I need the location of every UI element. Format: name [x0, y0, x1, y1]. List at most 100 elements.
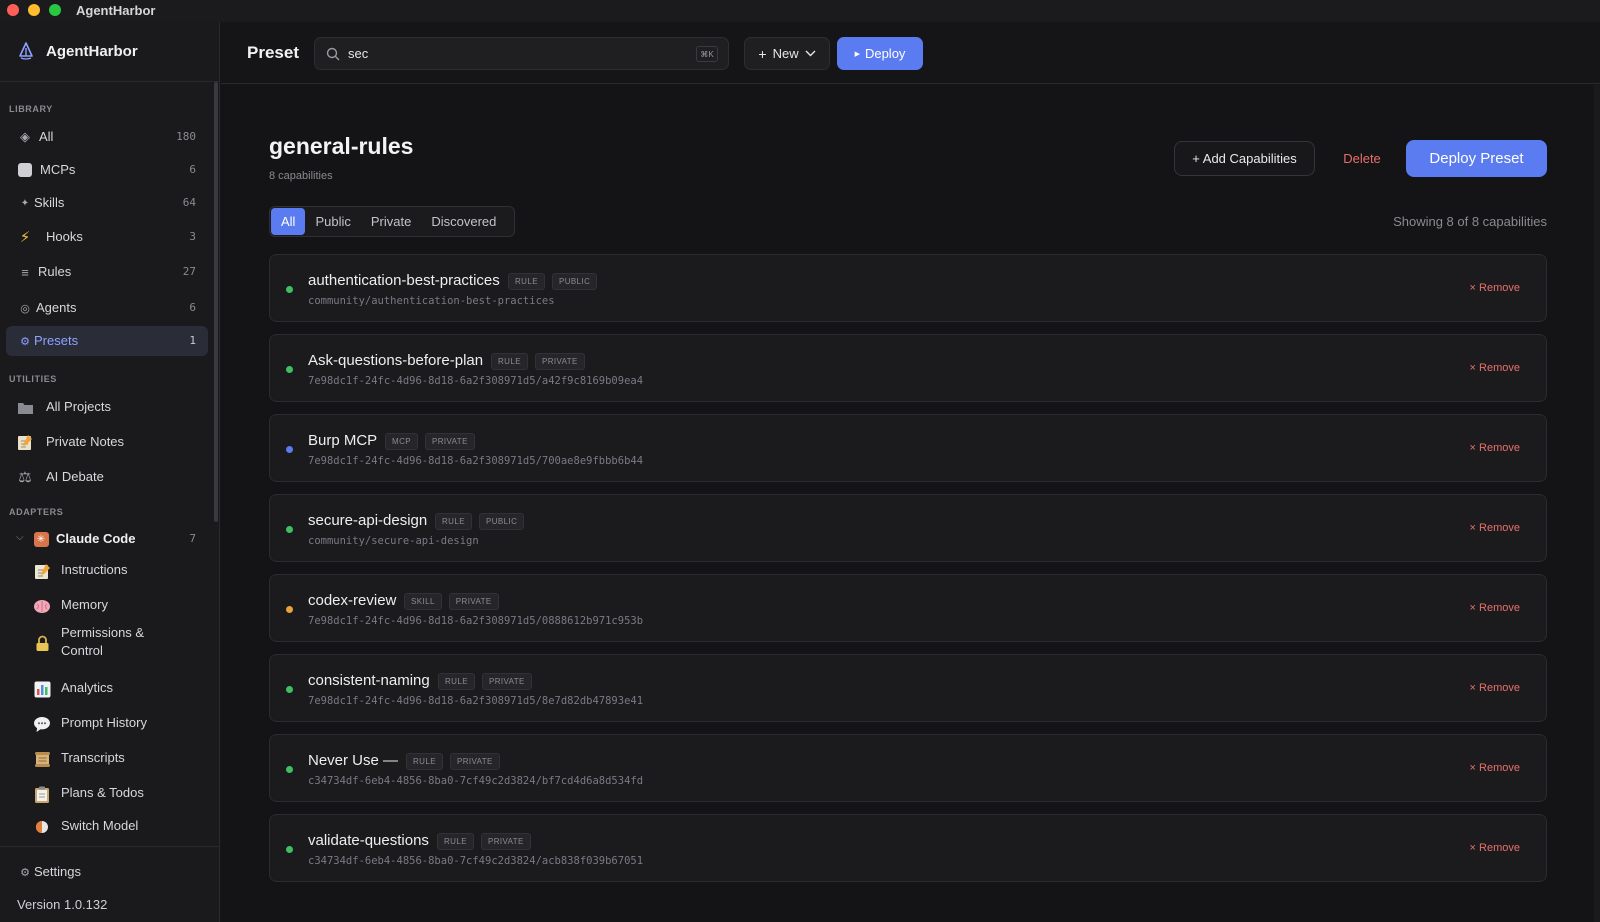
main-scrollbar-track[interactable]: [1594, 85, 1600, 922]
add-capabilities-button[interactable]: + Add Capabilities: [1174, 141, 1315, 176]
sidebar-item-instructions[interactable]: Instructions: [6, 555, 208, 585]
gear-icon: ⚙: [20, 866, 30, 879]
remove-button[interactable]: × Remove: [1470, 522, 1520, 534]
capability-card[interactable]: Ask-questions-before-plan RULE PRIVATE 7e98…: [269, 334, 1547, 402]
capability-card[interactable]: Burp MCP MCP PRIVATE 7e98dc1f-24fc-4d96-8d1…: [269, 414, 1547, 482]
capability-card[interactable]: secure-api-design RULE PUBLIC community/sec…: [269, 494, 1547, 562]
capability-tags: RULE PRIVATE: [438, 673, 532, 690]
new-button-label: New: [772, 46, 799, 61]
sidebar-item-rules[interactable]: ≡ Rules 27: [6, 257, 208, 287]
type-badge: RULE: [508, 273, 545, 290]
remove-button[interactable]: × Remove: [1470, 442, 1520, 454]
sidebar-item-agents[interactable]: ◎ Agents 6: [6, 293, 208, 323]
sidebar-item-prompt-history[interactable]: Prompt History: [6, 708, 208, 738]
capability-card[interactable]: authentication-best-practices RULE PUBLIC c…: [269, 254, 1547, 322]
capability-tags: SKILL PRIVATE: [404, 593, 499, 610]
visibility-badge: PRIVATE: [449, 753, 500, 770]
capability-name: consistent-naming: [308, 672, 430, 689]
sidebar-item-count: 64: [182, 196, 196, 209]
preset-name: general-rules: [269, 133, 414, 159]
sidebar-item-count: 3: [189, 230, 196, 243]
capability-card[interactable]: consistent-naming RULE PRIVATE 7e98dc1f-24f…: [269, 654, 1547, 722]
type-badge: RULE: [437, 833, 474, 850]
settings-item[interactable]: ⚙ Settings: [6, 857, 208, 887]
play-icon: ▶: [854, 50, 860, 58]
chevron-down-icon[interactable]: ⌵: [16, 532, 24, 543]
capability-name: Burp MCP: [308, 432, 378, 449]
remove-button[interactable]: × Remove: [1470, 282, 1520, 294]
sidebar-item-skills[interactable]: ✦ Skills 64: [6, 188, 208, 218]
capability-list: authentication-best-practices RULE PUBLIC c…: [269, 254, 1547, 894]
claude-icon: ✳: [32, 530, 50, 548]
main-content: general-rules 8 capabilities + Add Capab…: [221, 85, 1593, 922]
sidebar-item-count: 180: [176, 130, 196, 143]
sidebar-item-hooks[interactable]: ⚡ Hooks 3: [6, 222, 208, 252]
window-title: AgentHarbor: [76, 3, 156, 18]
visibility-badge: PRIVATE: [534, 353, 585, 370]
top-header: Preset sec ⌘K + New ▶ Deploy: [221, 22, 1600, 84]
sidebar-item-memory[interactable]: Memory: [6, 590, 208, 620]
sidebar-scrollbar[interactable]: [214, 82, 218, 522]
sidebar-item-analytics[interactable]: Analytics: [6, 673, 208, 703]
speech-bubble-icon: [32, 714, 52, 734]
capability-tags: RULE PRIVATE: [491, 353, 585, 370]
sidebar-item-label: Instructions: [61, 562, 128, 577]
remove-button[interactable]: × Remove: [1470, 362, 1520, 374]
remove-button[interactable]: × Remove: [1470, 762, 1520, 774]
sidebar-item-all[interactable]: ◈ All 180: [6, 122, 208, 152]
visibility-badge: PRIVATE: [424, 433, 475, 450]
minimize-window-button[interactable]: [28, 4, 40, 16]
sidebar-item-count: 6: [189, 163, 196, 176]
capability-card[interactable]: codex-review SKILL PRIVATE 7e98dc1f-24fc-4d…: [269, 574, 1547, 642]
deploy-button[interactable]: ▶ Deploy: [837, 37, 923, 70]
capability-name: codex-review: [308, 592, 397, 609]
type-badge: MCP: [385, 433, 418, 450]
sidebar-item-permissions[interactable]: Permissions & Control: [6, 623, 208, 663]
tab-all[interactable]: All: [271, 208, 306, 235]
sidebar-item-switch-model[interactable]: Switch Model: [6, 811, 208, 841]
type-badge: RULE: [435, 513, 472, 530]
sidebar-item-label: Hooks: [46, 229, 83, 244]
status-dot: [286, 846, 293, 853]
status-dot: [286, 446, 293, 453]
adapters-section-label: ADAPTERS: [9, 507, 64, 517]
deploy-preset-button[interactable]: Deploy Preset: [1406, 140, 1547, 177]
sidebar-item-label: AI Debate: [46, 469, 104, 484]
capability-card[interactable]: Never Use — RULE PRIVATE c34734df-6eb4-4856…: [269, 734, 1547, 802]
zoom-window-button[interactable]: [49, 4, 61, 16]
search-input[interactable]: sec ⌘K: [314, 37, 729, 70]
utilities-section-label: UTILITIES: [9, 374, 57, 384]
new-button[interactable]: + New: [744, 37, 830, 70]
sidebar-item-count: 7: [189, 532, 196, 545]
sidebar-item-all-projects[interactable]: All Projects: [6, 392, 208, 422]
tab-public[interactable]: Public: [305, 208, 360, 235]
tab-private[interactable]: Private: [361, 208, 421, 235]
capability-tags: RULE PUBLIC: [508, 273, 598, 290]
brain-icon: [32, 596, 52, 616]
adapter-claude-code[interactable]: ⌵ ✳ Claude Code 7: [6, 524, 208, 554]
remove-button[interactable]: × Remove: [1470, 682, 1520, 694]
tab-discovered[interactable]: Discovered: [421, 208, 506, 235]
remove-button[interactable]: × Remove: [1470, 842, 1520, 854]
sidebar-item-label: Claude Code: [56, 531, 136, 546]
capability-path: c34734df-6eb4-4856-8ba0-7cf49c2d3824/bf7…: [308, 775, 644, 787]
sidebar-item-presets[interactable]: ⚙ Presets 1: [6, 326, 208, 356]
sidebar-item-label-line2: Control: [61, 643, 103, 658]
memo-icon: [32, 561, 52, 581]
scroll-icon: [32, 749, 52, 769]
sidebar-item-plans-todos[interactable]: Plans & Todos: [6, 778, 208, 808]
sidebar-item-label: Presets: [34, 333, 79, 348]
gear-icon: ⚙: [20, 335, 30, 348]
sidebar-item-mcps[interactable]: MCPs 6: [6, 155, 208, 185]
delete-button[interactable]: Delete: [1329, 141, 1395, 176]
capability-path: 7e98dc1f-24fc-4d96-8d18-6a2f308971d5/088…: [308, 615, 644, 627]
sidebar-item-ai-debate[interactable]: ⚖ AI Debate: [6, 462, 208, 492]
capability-card[interactable]: validate-questions RULE PRIVATE c34734df-6e…: [269, 814, 1547, 882]
search-value: sec: [348, 46, 369, 61]
remove-button[interactable]: × Remove: [1470, 602, 1520, 614]
close-window-button[interactable]: [7, 4, 19, 16]
sidebar-item-transcripts[interactable]: Transcripts: [6, 743, 208, 773]
sidebar-item-private-notes[interactable]: Private Notes: [6, 427, 208, 457]
list-icon: ≡: [21, 264, 29, 280]
brand-name: AgentHarbor: [46, 43, 138, 60]
